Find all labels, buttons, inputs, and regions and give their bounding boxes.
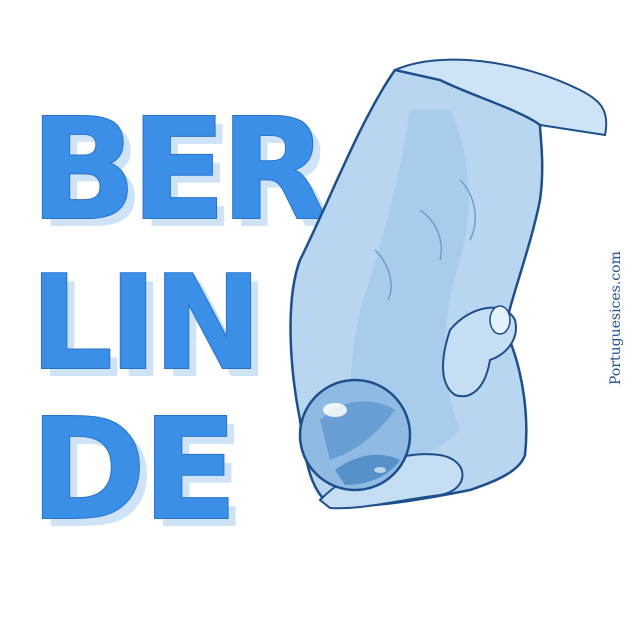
watermark-text: Portuguesices.com — [608, 251, 624, 385]
illustration-canvas: BER LIN DE BER LIN DE Portuguesices.com — [0, 0, 640, 640]
hand-illustration — [289, 58, 608, 510]
marble — [298, 378, 412, 492]
berlinde-illustration: BER LIN DE BER LIN DE Portuguesices.com — [29, 58, 624, 560]
fingernail — [489, 305, 511, 335]
lettering-line3: DE — [30, 389, 234, 552]
lettering-line1: BER — [30, 89, 325, 252]
lettering-line2: LIN — [30, 247, 258, 399]
lettering: BER LIN DE — [29, 88, 332, 553]
